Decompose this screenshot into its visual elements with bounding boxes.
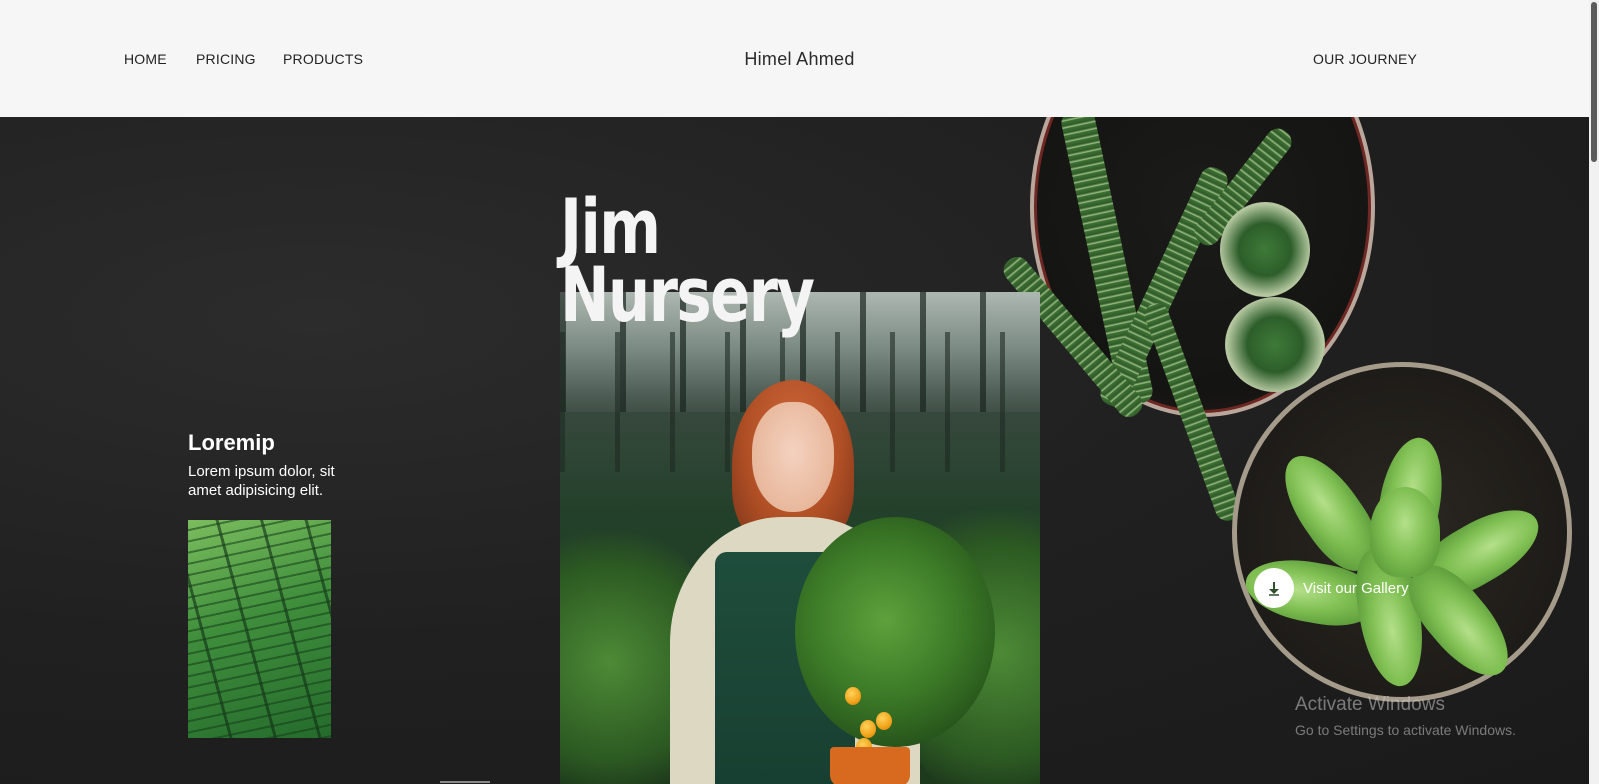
scrollbar-thumb[interactable] [1591,2,1597,162]
cactus-ball [1220,202,1310,297]
hero-section: Jim Nursery Loremip Lorem ipsum dolor, s… [0,117,1589,784]
field-thumbnail-image[interactable] [188,520,331,738]
visit-gallery-button[interactable]: Visit our Gallery [1254,568,1409,608]
orange-fruit [876,712,892,730]
site-header: HOME PRICING PRODUCTS Himel Ahmed OUR JO… [0,0,1589,117]
slider-indicator [440,781,490,783]
succulent-center [1370,487,1440,577]
gallery-circle[interactable] [1254,568,1294,608]
nav-journey-link[interactable]: OUR JOURNEY [1313,51,1417,67]
card-text: Lorem ipsum dolor, sit amet adipisicing … [188,463,335,499]
orange-fruit [845,687,861,705]
windows-watermark-subtitle: Go to Settings to activate Windows. [1295,722,1516,738]
orange-pot [830,747,910,784]
windows-watermark-title: Activate Windows [1295,694,1445,715]
orange-tree [795,517,995,747]
hero-title-line2: Nursery [560,250,815,339]
card-title: Loremip [188,430,275,455]
arrow-down-icon [1269,582,1279,596]
cactus-ball [1225,297,1325,392]
hero-title: Jim Nursery [560,189,815,339]
page-scrollbar[interactable] [1589,0,1599,784]
gallery-label[interactable]: Visit our Gallery [1303,580,1409,597]
orange-fruit [860,720,876,738]
person-face [752,402,834,512]
gardener-photo [560,292,1040,784]
